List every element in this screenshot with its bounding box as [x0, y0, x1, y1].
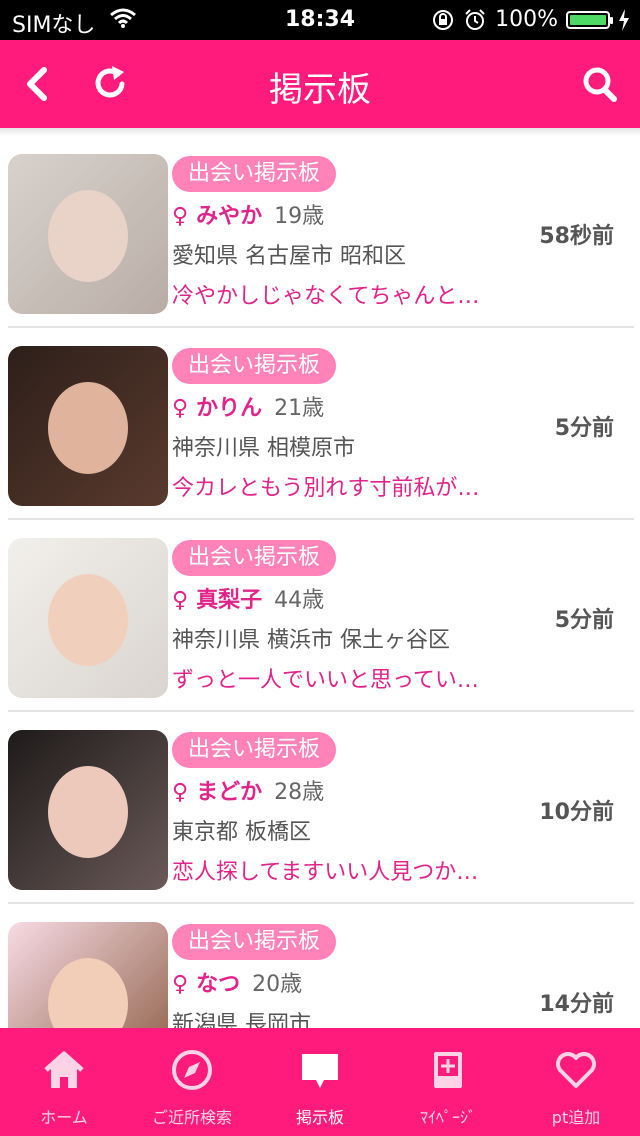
chat-bubble-icon [302, 1054, 338, 1088]
user-name: なつ [196, 972, 241, 997]
tab-label: pt追加 [551, 1108, 601, 1127]
tab-label: ご近所検索 [151, 1108, 232, 1127]
female-icon: ♀ [172, 780, 189, 805]
status-bar: SIMなし 18:34 100% [0, 0, 640, 40]
search-icon[interactable] [580, 62, 620, 106]
rotation-lock-icon [433, 9, 454, 30]
avatar[interactable] [8, 922, 168, 1028]
user-age: 44歳 [274, 588, 325, 613]
header-shadow [0, 128, 640, 136]
alarm-icon [465, 8, 485, 30]
user-location: 愛知県 名古屋市 昭和区 [172, 244, 406, 269]
female-icon: ♀ [172, 396, 189, 421]
tab-home[interactable]: ホーム [0, 1028, 128, 1136]
female-icon: ♀ [172, 972, 189, 997]
user-age: 28歳 [274, 780, 325, 805]
name-age: ♀ かりん 21歳 [172, 390, 324, 422]
charging-icon [619, 8, 629, 31]
category-badge: 出会い掲示板 [172, 924, 337, 960]
tab-label: ホーム [40, 1108, 88, 1127]
user-name: みやか [196, 204, 263, 229]
message-preview: ずっと一人でいいと思ってい… [172, 668, 479, 693]
user-age: 20歳 [252, 972, 303, 997]
page-title: 掲示板 [269, 70, 371, 110]
female-icon: ♀ [172, 588, 189, 613]
tab-bulletin-board[interactable]: 掲示板 [256, 1028, 384, 1136]
category-badge: 出会い掲示板 [172, 156, 337, 192]
list-item[interactable]: 出会い掲示板 ♀ 真梨子 44歳 神奈川県 横浜市 保土ヶ谷区 ずっと一人でいいと思… [0, 520, 640, 712]
user-location: 新潟県 長岡市 [172, 1012, 311, 1028]
avatar[interactable] [8, 346, 168, 506]
compass-icon [172, 1050, 212, 1090]
nav-header: 掲示板 [0, 40, 640, 128]
female-icon: ♀ [172, 204, 189, 229]
tab-add-points[interactable]: pt追加 [512, 1028, 640, 1136]
tab-nearby-search[interactable]: ご近所検索 [128, 1028, 256, 1136]
post-time: 5分前 [554, 608, 614, 633]
message-preview: 冷やかしじゃなくてちゃんと… [172, 284, 480, 309]
user-name: 真梨子 [196, 588, 263, 613]
tab-bar: ホーム ご近所検索 掲示板 ﾏｲﾍﾟｰｼﾞ pt追加 [0, 1028, 640, 1136]
avatar[interactable] [8, 538, 168, 698]
category-badge: 出会い掲示板 [172, 540, 337, 576]
post-time: 5分前 [554, 416, 614, 441]
post-list: 出会い掲示板 ♀ みやか 19歳 愛知県 名古屋市 昭和区 冷やかしじゃなくてちゃん… [0, 136, 640, 1028]
category-badge: 出会い掲示板 [172, 348, 337, 384]
tab-my-page[interactable]: ﾏｲﾍﾟｰｼﾞ [384, 1028, 512, 1136]
user-age: 19歳 [274, 204, 325, 229]
heart-icon [556, 1052, 596, 1088]
post-time: 14分前 [539, 992, 614, 1017]
name-age: ♀ なつ 20歳 [172, 966, 302, 998]
book-icon [434, 1052, 462, 1088]
name-age: ♀ みやか 19歳 [172, 198, 324, 230]
post-time: 58秒前 [539, 224, 614, 249]
message-preview: 恋人探してますいい人見つか… [172, 860, 479, 885]
home-icon [44, 1051, 84, 1088]
name-age: ♀ まどか 28歳 [172, 774, 324, 806]
name-age: ♀ 真梨子 44歳 [172, 582, 324, 614]
list-item[interactable]: 出会い掲示板 ♀ かりん 21歳 神奈川県 相模原市 今カレともう別れす寸前私が… … [0, 328, 640, 520]
post-time: 10分前 [539, 800, 614, 825]
list-item[interactable]: 出会い掲示板 ♀ まどか 28歳 東京都 板橋区 恋人探してますいい人見つか… 10… [0, 712, 640, 904]
user-location: 神奈川県 横浜市 保土ヶ谷区 [172, 628, 450, 653]
tab-label: ﾏｲﾍﾟｰｼﾞ [419, 1108, 476, 1127]
tab-label: 掲示板 [295, 1108, 344, 1127]
user-name: まどか [196, 780, 263, 805]
battery-percent: 100% [495, 7, 558, 32]
user-location: 東京都 板橋区 [172, 820, 311, 845]
battery-icon [566, 10, 613, 29]
avatar[interactable] [8, 730, 168, 890]
user-location: 神奈川県 相模原市 [172, 436, 355, 461]
user-name: かりん [196, 396, 263, 421]
list-item[interactable]: 出会い掲示板 ♀ なつ 20歳 新潟県 長岡市 14分前 [0, 904, 640, 1028]
message-preview: 今カレともう別れす寸前私が… [172, 476, 480, 501]
list-item[interactable]: 出会い掲示板 ♀ みやか 19歳 愛知県 名古屋市 昭和区 冷やかしじゃなくてちゃん… [0, 136, 640, 328]
avatar[interactable] [8, 154, 168, 314]
user-age: 21歳 [274, 396, 325, 421]
category-badge: 出会い掲示板 [172, 732, 337, 768]
